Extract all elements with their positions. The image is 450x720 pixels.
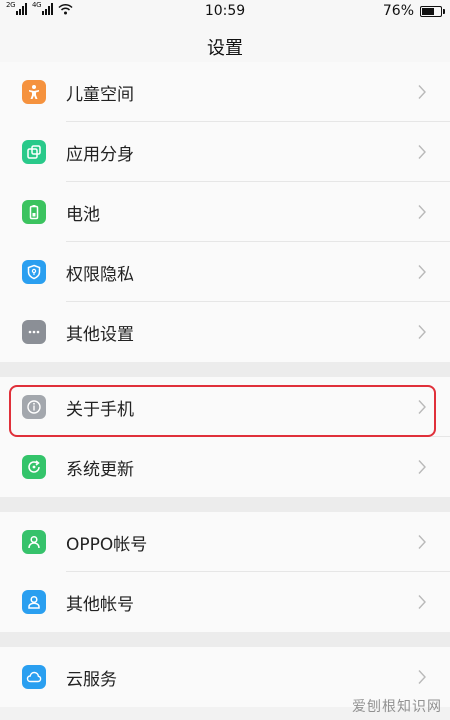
cloud-icon <box>22 665 46 689</box>
settings-row-child[interactable]: 儿童空间 <box>0 62 450 122</box>
status-bar: 2G 4G 10:59 76% <box>0 0 450 24</box>
chevron-right-icon <box>414 399 430 415</box>
settings-row-other-account[interactable]: 其他帐号 <box>0 572 450 632</box>
settings-row-system-update[interactable]: 系统更新 <box>0 437 450 497</box>
chevron-right-icon <box>414 324 430 340</box>
other-account-icon <box>22 590 46 614</box>
settings-row-app-clone[interactable]: 应用分身 <box>0 122 450 182</box>
settings-row-label: 云服务 <box>66 669 117 690</box>
chevron-right-icon <box>414 144 430 160</box>
group-separator <box>0 362 450 377</box>
settings-row-label: OPPO帐号 <box>66 534 148 555</box>
settings-row-label: 其他帐号 <box>66 594 134 615</box>
chevron-right-icon <box>414 264 430 280</box>
battery-percent: 76% <box>382 3 414 19</box>
settings-row-label: 儿童空间 <box>66 84 134 105</box>
settings-row-privacy-shield[interactable]: 权限隐私 <box>0 242 450 302</box>
settings-group: OPPO帐号 其他帐号 <box>0 512 450 632</box>
battery-icon <box>420 5 445 17</box>
battery-icon <box>22 200 46 224</box>
settings-row-label: 其他设置 <box>66 324 134 345</box>
settings-row-account[interactable]: OPPO帐号 <box>0 512 450 572</box>
settings-row-more-dots[interactable]: 其他设置 <box>0 302 450 362</box>
chevron-right-icon <box>414 204 430 220</box>
settings-group: 关于手机 系统更新 <box>0 377 450 497</box>
settings-row-label: 关于手机 <box>66 399 134 420</box>
settings-group: 儿童空间应用分身电池权限隐私其他设置 <box>0 62 450 362</box>
settings-row-battery[interactable]: 电池 <box>0 182 450 242</box>
settings-row-info[interactable]: 关于手机 <box>0 377 450 437</box>
settings-row-label: 应用分身 <box>66 144 134 165</box>
chevron-right-icon <box>414 594 430 610</box>
chevron-right-icon <box>414 669 430 685</box>
settings-row-label: 权限隐私 <box>66 264 134 285</box>
watermark-text: 爱刨根知识网 <box>352 699 442 715</box>
settings-row-label: 电池 <box>66 204 100 225</box>
settings-row-label: 系统更新 <box>66 459 134 480</box>
chevron-right-icon <box>414 534 430 550</box>
settings-list: 儿童空间应用分身电池权限隐私其他设置关于手机系统更新 OPPO帐号 其他帐号云服务 <box>0 62 450 707</box>
more-dots-icon <box>22 320 46 344</box>
group-separator <box>0 497 450 512</box>
battery-status: 76% <box>382 3 445 19</box>
privacy-shield-icon <box>22 260 46 284</box>
group-separator <box>0 632 450 647</box>
system-update-icon <box>22 455 46 479</box>
chevron-right-icon <box>414 459 430 475</box>
child-icon <box>22 80 46 104</box>
chevron-right-icon <box>414 84 430 100</box>
account-icon <box>22 530 46 554</box>
info-icon <box>22 395 46 419</box>
app-clone-icon <box>22 140 46 164</box>
